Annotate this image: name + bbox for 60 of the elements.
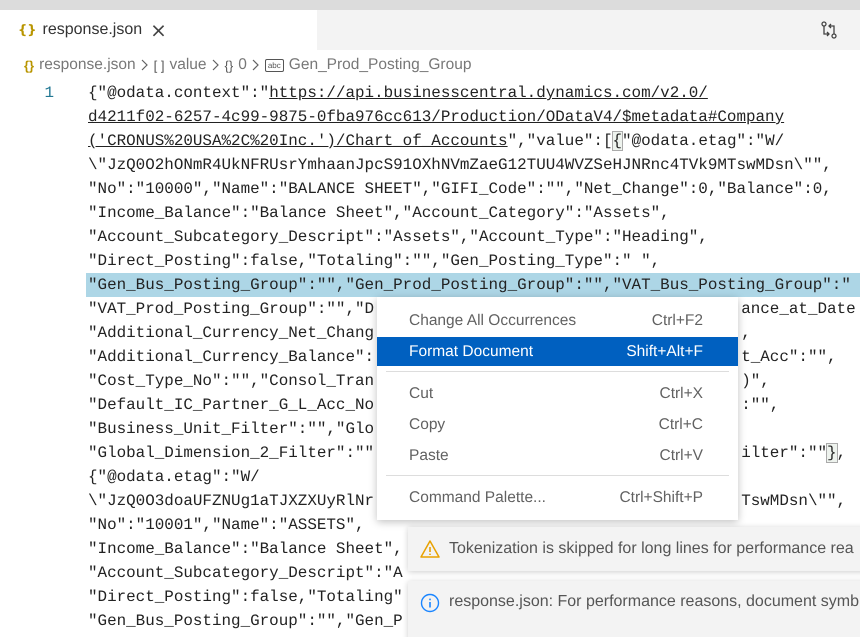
chevron-icon (252, 59, 260, 71)
code-text: )", (741, 372, 770, 390)
code-text: "Income_Balance":"Balance Sheet","Account_Category":"Assets", (88, 204, 670, 222)
code-text: {"@odata.context":" (88, 84, 270, 102)
symbol-icon: {} (224, 58, 234, 72)
notification-message: response.json: For performance reasons, document symb (449, 593, 859, 611)
code-text: ilter":"" (741, 444, 828, 462)
menu-item[interactable]: Command Palette... Ctrl+Shift+P (377, 483, 738, 512)
code-text: "Account_Subcategory_Descript":"Assets","Account_Type":"Heading", (88, 228, 708, 246)
code-text: ","value":[ (508, 132, 612, 150)
menu-item[interactable]: Paste Ctrl+V (377, 441, 738, 470)
code-text: "Direct_Posting":false,"Totaling":"","Gen_Posting_Type":" ", (88, 252, 660, 270)
breadcrumb-item[interactable]: 0 (238, 56, 247, 74)
code-text: "Gen_Bus_Posting_Group":"","Gen_P (88, 612, 403, 630)
line-number: 1 (43, 83, 54, 104)
code-text: "No":"10000","Name":"BALANCE SHEET","GIFI_Code":"","Net_Change":0,"Balance":0, (88, 180, 832, 198)
chevron-icon (140, 59, 149, 71)
code-text: "No":"10001","Name":"ASSETS", (88, 516, 365, 534)
symbol-icon: {} (24, 58, 34, 72)
breadcrumb-item[interactable]: value (169, 56, 207, 74)
code-text: \"JzQ0O3doaUFZNUg1aTJXZXUyRlNr (88, 492, 374, 510)
compare-changes-icon[interactable] (819, 20, 839, 40)
code-text: "Additional_Currency_Balance": (88, 348, 374, 366)
symbol-icon: abc (264, 58, 284, 72)
code-text: {"@odata.etag":"W/ (88, 468, 260, 486)
code-text: "Income_Balance":"Balance Sheet", (88, 540, 403, 558)
code-text: , (836, 444, 846, 462)
code-text: "Account_Subcategory_Descript":"A (88, 564, 403, 582)
code-text: , (741, 324, 751, 342)
menu-item[interactable]: Format Document Shift+Alt+F (377, 337, 738, 366)
close-icon[interactable]: × (150, 20, 167, 40)
breadcrumb-item[interactable]: Gen_Prod_Posting_Group (288, 56, 472, 74)
menu-item[interactable]: Copy Ctrl+C (377, 410, 738, 439)
code-text: "Cost_Type_No":"","Consol_Tran (88, 372, 374, 390)
code-text: "Additional_Currency_Net_Chang (88, 324, 374, 342)
symbol-icon: [ ] (154, 58, 164, 72)
warning-icon (420, 539, 440, 559)
code-text: "Business_Unit_Filter":"","Glo (88, 420, 374, 438)
code-text: \"JzQ0O2hONmR4UkNFRUsrYmhaanJpcS91OXhNVmZaeG12TUU4WVZSeHJNRnc4TVk9MTswMDsn\"", (88, 156, 832, 174)
chevron-icon (212, 59, 220, 71)
info-icon (420, 593, 440, 613)
menu-item[interactable]: Cut Ctrl+X (377, 379, 738, 408)
code-text: :"", (741, 396, 780, 414)
matched-bracket: { (612, 132, 622, 150)
code-text: "Global_Dimension_2_Filter":"" (88, 444, 374, 462)
json-file-icon: {} (18, 22, 37, 38)
code-text: "Gen_Bus_Posting_Group":"","Gen_Prod_Posting_Group":"","VAT_Bus_Posting_Group":" (88, 276, 851, 294)
breadcrumb-item[interactable]: response.json (39, 56, 136, 74)
code-text: ance_at_Date (741, 300, 856, 318)
tab-label: response.json (42, 21, 142, 39)
menu-item[interactable]: Change All Occurrences Ctrl+F2 (377, 306, 738, 335)
matched-bracket: } (827, 444, 837, 462)
editor-tab[interactable]: {} response.json × (0, 10, 317, 50)
notification-message: Tokenization is skipped for long lines for performance rea (449, 540, 854, 558)
code-text: t_Acc":"", (741, 348, 837, 366)
code-text: "VAT_Prod_Posting_Group":"","D (88, 300, 374, 318)
code-text: "Direct_Posting":false,"Totaling" (88, 588, 403, 606)
code-text: TswMDsn\"", (741, 492, 846, 510)
code-text: "Default_IC_Partner_G_L_Acc_No (88, 396, 374, 414)
code-text: "@odata.etag":"W/ (622, 132, 784, 150)
